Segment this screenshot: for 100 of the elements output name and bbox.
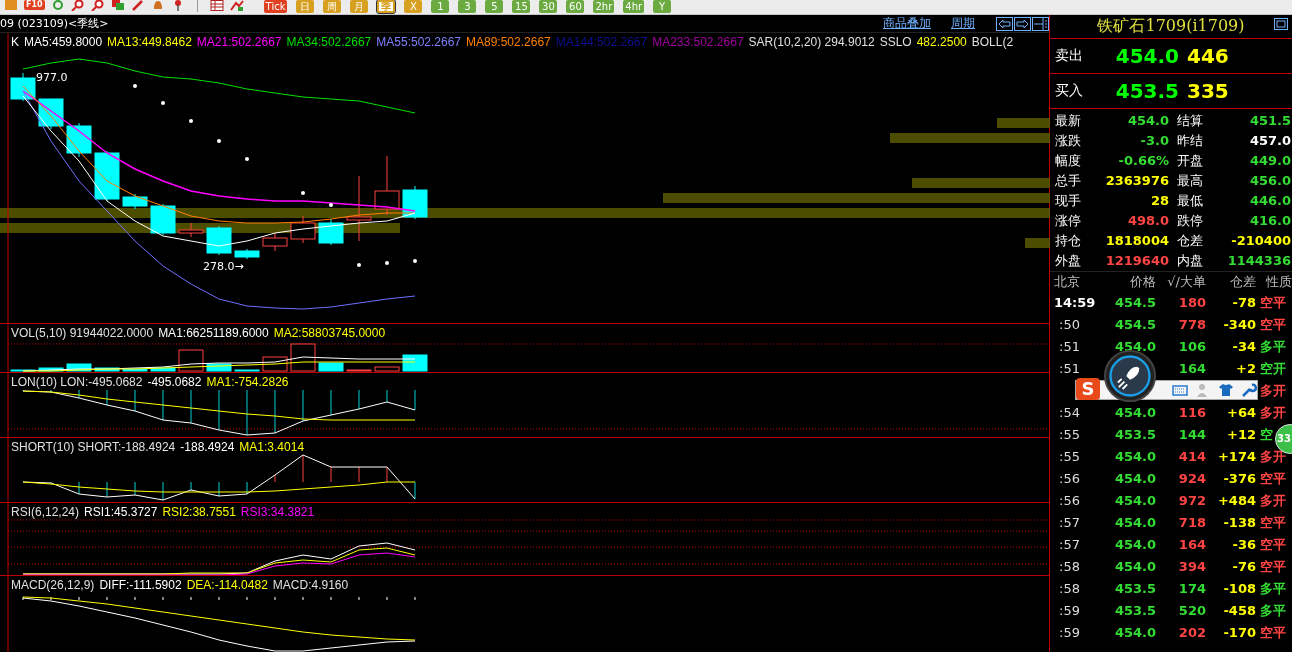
stat-label: 昨结 <box>1176 132 1204 150</box>
quote-price: 454.0 <box>1114 44 1179 68</box>
tick-type: 空平 <box>1260 536 1286 554</box>
tick-price: 453.5 <box>1113 602 1156 620</box>
tick-change: -36 <box>1231 536 1256 554</box>
volume-bar <box>318 362 344 372</box>
legend-label: 482.2500 <box>916 35 967 49</box>
tick-volume: 718 <box>1177 514 1206 532</box>
tick-price: 454.0 <box>1113 624 1156 642</box>
stat-label: 内盘 <box>1176 252 1204 270</box>
candlestick <box>206 225 232 256</box>
left-arrow-icon[interactable] <box>996 16 1013 31</box>
candlestick <box>318 218 344 246</box>
period-button[interactable]: Tick <box>263 0 288 13</box>
right-arrow-icon[interactable] <box>1014 16 1031 31</box>
layers-icon[interactable] <box>110 0 125 11</box>
candlestick <box>178 222 204 238</box>
tick-change: +174 <box>1216 448 1256 466</box>
table-icon[interactable] <box>209 0 224 11</box>
volume-bar <box>122 368 148 372</box>
layout-icon[interactable] <box>1032 16 1049 31</box>
tick-type: 多开 <box>1260 404 1286 422</box>
tick-volume: 202 <box>1177 624 1206 642</box>
zoom-out-icon[interactable] <box>90 0 105 11</box>
tick-time: :50 <box>1058 316 1081 334</box>
period-button[interactable]: 季 <box>377 0 396 13</box>
tick-change: -170 <box>1222 624 1256 642</box>
tick-volume: 164 <box>1177 536 1206 554</box>
period-button[interactable]: Y <box>653 0 672 13</box>
tick-time: :51 <box>1058 360 1081 378</box>
period-button[interactable]: 30 <box>539 0 558 13</box>
period-button[interactable]: X <box>404 0 423 13</box>
period-button[interactable]: 60 <box>566 0 585 13</box>
zoom-in-icon[interactable] <box>70 0 85 11</box>
tick-change: +484 <box>1216 492 1256 510</box>
stat-value: 2363976 <box>1104 172 1169 190</box>
tick-volume: 106 <box>1177 338 1206 356</box>
period-button[interactable]: 2hr <box>593 0 615 13</box>
candlestick <box>346 175 372 242</box>
period-button[interactable]: 日 <box>296 0 315 13</box>
tick-volume: 174 <box>1177 580 1206 598</box>
column-header: 性质 <box>1265 273 1292 291</box>
legend-label: BOLL(2 <box>971 35 1014 49</box>
tick-change: +64 <box>1226 404 1256 422</box>
volume-bar <box>10 369 36 372</box>
candlestick <box>122 193 148 210</box>
column-header: 仓差 <box>1229 273 1256 291</box>
tick-change: -458 <box>1222 602 1256 620</box>
column-header: 价格 <box>1129 273 1156 291</box>
stat-value: -0.66% <box>1117 152 1169 170</box>
contract-title: 铁矿石1709(i1709) <box>1097 16 1245 37</box>
tick-volume: 414 <box>1177 448 1206 466</box>
period-button[interactable]: 5 <box>485 0 504 13</box>
tick-volume: 924 <box>1177 470 1206 488</box>
tick-type: 空平 <box>1260 294 1286 312</box>
refresh-icon[interactable] <box>50 0 65 11</box>
header-link[interactable]: 商品叠加 <box>883 15 931 32</box>
period-button[interactable]: 3 <box>458 0 477 13</box>
legend-label: MA89:502.2667 <box>466 35 551 49</box>
candlestick <box>94 150 120 202</box>
tick-type: 多开 <box>1260 382 1286 400</box>
tick-volume: 164 <box>1177 360 1206 378</box>
pencil-icon[interactable] <box>130 0 145 11</box>
volume-bar <box>234 369 260 372</box>
tick-price: 454.0 <box>1113 404 1156 422</box>
period-button[interactable]: 4hr <box>623 0 645 13</box>
volume-bar <box>290 343 316 372</box>
tick-change: -76 <box>1231 558 1256 576</box>
wrench-icon[interactable] <box>1241 383 1257 397</box>
volume-bar <box>66 363 92 372</box>
period-button[interactable]: 月 <box>350 0 369 13</box>
stat-value: 1219640 <box>1104 252 1169 270</box>
restore-icon[interactable] <box>1274 18 1288 30</box>
stat-value: 449.0 <box>1248 152 1291 170</box>
candlestick <box>234 248 260 260</box>
stat-label: 现手 <box>1055 192 1082 210</box>
tick-type: 空平 <box>1260 624 1286 642</box>
stat-label: 持仓 <box>1055 232 1082 250</box>
tick-price: 454.0 <box>1113 536 1156 554</box>
tick-change: +12 <box>1226 426 1256 444</box>
bar-chart-icon[interactable] <box>229 0 244 11</box>
period-button[interactable]: 1 <box>431 0 450 13</box>
keyboard-icon[interactable] <box>1172 383 1188 397</box>
volume-bar <box>94 367 120 372</box>
rocket-button[interactable] <box>1104 350 1156 402</box>
period-button[interactable]: 周 <box>323 0 342 13</box>
candlestick <box>150 203 176 236</box>
stat-label: 总手 <box>1055 172 1082 190</box>
tick-price: 454.0 <box>1113 558 1156 576</box>
tick-type: 空平 <box>1260 514 1286 532</box>
tick-type: 多开 <box>1260 492 1286 510</box>
tick-type: 多平 <box>1260 338 1286 356</box>
ime-logo[interactable]: S <box>1076 378 1100 400</box>
volume-profile-bar <box>1025 238 1050 248</box>
stat-value: 456.0 <box>1248 172 1291 190</box>
shirt-icon[interactable] <box>1218 383 1234 397</box>
legend-label: MA34:502.2667 <box>286 35 372 49</box>
period-button[interactable]: 15 <box>512 0 531 13</box>
header-link[interactable]: 周期 <box>951 15 975 32</box>
f10-button[interactable]: F10 <box>24 0 45 10</box>
